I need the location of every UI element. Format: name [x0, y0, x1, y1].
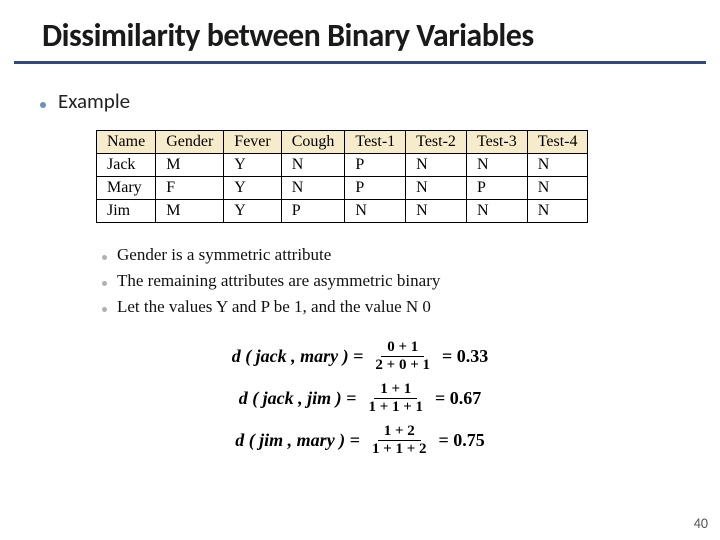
eq-lhs: d ( jim , mary ) =	[235, 430, 360, 451]
data-table: Name Gender Fever Cough Test-1 Test-2 Te…	[96, 130, 588, 223]
table-row: Mary F Y N P N P N	[97, 177, 588, 200]
cell: Y	[224, 154, 281, 177]
cell: N	[406, 154, 467, 177]
eq-numerator: 1 + 1	[374, 381, 417, 399]
eq-rhs: = 0.33	[442, 346, 488, 367]
bullet-dot-icon	[102, 281, 107, 286]
slide-content: Example Name Gender Fever Cough Test-1 T…	[0, 88, 720, 461]
fraction: 1 + 2 1 + 1 + 2	[366, 423, 433, 457]
slide-title: Dissimilarity between Binary Variables	[14, 0, 706, 64]
table-row: Jim M Y P N N N N	[97, 200, 588, 223]
cell: N	[527, 177, 588, 200]
fraction: 1 + 1 1 + 1 + 1	[362, 381, 429, 415]
table-header-row: Name Gender Fever Cough Test-1 Test-2 Te…	[97, 131, 588, 154]
equation-row: d ( jim , mary ) = 1 + 2 1 + 1 + 2 = 0.7…	[235, 423, 485, 457]
bullet-example-text: Example	[58, 88, 130, 114]
sub-bullet: Gender is a symmetric attribute	[102, 245, 680, 265]
eq-numerator: 0 + 1	[381, 339, 424, 357]
fraction: 0 + 1 2 + 0 + 1	[369, 339, 436, 373]
eq-rhs: = 0.75	[439, 430, 485, 451]
bullet-dot-icon	[102, 255, 107, 260]
cell: N	[527, 154, 588, 177]
cell: N	[281, 154, 345, 177]
equations: d ( jack , mary ) = 0 + 1 2 + 0 + 1 = 0.…	[40, 335, 680, 461]
cell: Mary	[97, 177, 156, 200]
cell: M	[156, 154, 224, 177]
th-test2: Test-2	[406, 131, 467, 154]
th-test3: Test-3	[466, 131, 527, 154]
sub-bullet-text: The remaining attributes are asymmetric …	[117, 271, 440, 291]
equation-row: d ( jack , jim ) = 1 + 1 1 + 1 + 1 = 0.6…	[239, 381, 482, 415]
cell: P	[345, 154, 406, 177]
bullet-example: Example	[40, 88, 680, 114]
page-number: 40	[694, 515, 708, 532]
sub-bullet: Let the values Y and P be 1, and the val…	[102, 297, 680, 317]
cell: P	[466, 177, 527, 200]
cell: Y	[224, 200, 281, 223]
cell: P	[345, 177, 406, 200]
cell: N	[406, 177, 467, 200]
sub-bullet-text: Let the values Y and P be 1, and the val…	[117, 297, 431, 317]
th-cough: Cough	[281, 131, 345, 154]
eq-numerator: 1 + 2	[378, 423, 421, 441]
cell: N	[406, 200, 467, 223]
cell: N	[345, 200, 406, 223]
sub-bullet-text: Gender is a symmetric attribute	[117, 245, 331, 265]
equation-row: d ( jack , mary ) = 0 + 1 2 + 0 + 1 = 0.…	[232, 339, 489, 373]
th-gender: Gender	[156, 131, 224, 154]
eq-lhs: d ( jack , mary ) =	[232, 346, 364, 367]
cell: Jim	[97, 200, 156, 223]
cell: F	[156, 177, 224, 200]
cell: N	[281, 177, 345, 200]
th-name: Name	[97, 131, 156, 154]
eq-denominator: 2 + 0 + 1	[369, 357, 436, 374]
bullet-dot-icon	[40, 102, 46, 108]
cell: N	[527, 200, 588, 223]
data-table-wrap: Name Gender Fever Cough Test-1 Test-2 Te…	[96, 130, 680, 223]
sub-bullet-list: Gender is a symmetric attribute The rema…	[102, 245, 680, 317]
cell: Jack	[97, 154, 156, 177]
eq-rhs: = 0.67	[435, 388, 481, 409]
bullet-dot-icon	[102, 307, 107, 312]
sub-bullet: The remaining attributes are asymmetric …	[102, 271, 680, 291]
table-row: Jack M Y N P N N N	[97, 154, 588, 177]
eq-denominator: 1 + 1 + 2	[366, 441, 433, 458]
th-fever: Fever	[224, 131, 281, 154]
eq-denominator: 1 + 1 + 1	[362, 399, 429, 416]
cell: N	[466, 200, 527, 223]
cell: P	[281, 200, 345, 223]
cell: M	[156, 200, 224, 223]
th-test1: Test-1	[345, 131, 406, 154]
eq-lhs: d ( jack , jim ) =	[239, 388, 357, 409]
cell: Y	[224, 177, 281, 200]
cell: N	[466, 154, 527, 177]
th-test4: Test-4	[527, 131, 588, 154]
